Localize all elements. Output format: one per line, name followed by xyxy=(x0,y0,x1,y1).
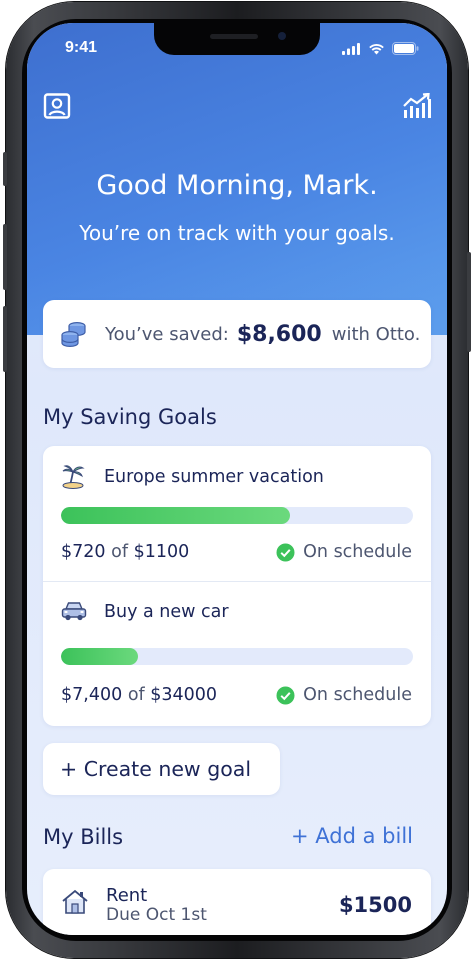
goal-saved: $720 xyxy=(61,542,106,562)
mute-switch xyxy=(3,152,7,186)
wifi-icon xyxy=(369,43,384,54)
signal-icon xyxy=(342,42,360,55)
bills-title: My Bills xyxy=(43,825,124,849)
power-button xyxy=(467,252,471,352)
greeting-title: Good Morning, Mark. xyxy=(96,170,378,201)
bill-amount: $1500 xyxy=(338,893,412,917)
create-new-goal-label: + Create new goal xyxy=(60,757,252,781)
battery-icon xyxy=(392,42,419,55)
coins-icon xyxy=(61,321,86,347)
goal-progress-fill xyxy=(61,648,139,665)
notch xyxy=(154,23,320,55)
goal-of: of xyxy=(127,685,145,705)
bill-name: Rent xyxy=(106,885,148,906)
goal-status-label: On schedule xyxy=(303,685,412,705)
goal-status: On schedule xyxy=(276,685,412,705)
goal-amounts: $720 of $1100 xyxy=(61,542,189,562)
house-icon xyxy=(62,889,88,914)
goal-saved: $7,400 xyxy=(61,685,123,705)
savings-text: You’ve saved: $8,600 with Otto. xyxy=(105,300,420,368)
speaker xyxy=(210,34,258,39)
front-camera xyxy=(278,32,286,40)
savings-summary-card: You’ve saved: $8,600 with Otto. xyxy=(43,300,431,368)
goal-status: On schedule xyxy=(276,542,412,562)
savings-suffix: with Otto. xyxy=(331,323,421,345)
goal-amounts: $7,400 of $34000 xyxy=(61,685,217,705)
status-time: 9:41 xyxy=(65,39,98,56)
greeting-subtitle: You’re on track with your goals. xyxy=(79,221,395,245)
create-new-goal-button[interactable]: + Create new goal xyxy=(43,743,280,795)
check-circle-icon xyxy=(276,543,295,561)
check-circle-icon xyxy=(276,686,295,704)
goal-item[interactable]: Buy a new car $7,400 of $34000 On schedu… xyxy=(43,582,431,718)
goal-progress-bar xyxy=(61,507,413,524)
volume-up-button xyxy=(3,224,7,290)
saving-goals-card: Europe summer vacation $720 of $1100 On … xyxy=(43,446,431,726)
savings-prefix: You’ve saved: xyxy=(105,323,229,345)
goal-progress-fill xyxy=(61,507,290,524)
goal-name: Buy a new car xyxy=(104,602,229,622)
palm-island-icon xyxy=(62,465,85,489)
growth-chart-icon[interactable] xyxy=(402,93,432,119)
status-icons xyxy=(342,42,419,55)
saving-goals-title: My Saving Goals xyxy=(43,405,217,429)
goal-target: $1100 xyxy=(133,542,190,562)
bill-item-rent[interactable]: Rent Due Oct 1st $1500 xyxy=(43,869,431,935)
volume-down-button xyxy=(3,306,7,372)
goal-progress-bar xyxy=(61,648,413,665)
goal-target: $34000 xyxy=(150,685,218,705)
goal-name: Europe summer vacation xyxy=(104,467,324,487)
add-bill-button[interactable]: + Add a bill xyxy=(291,824,413,848)
profile-icon[interactable] xyxy=(43,93,71,119)
goal-item[interactable]: Europe summer vacation $720 of $1100 On … xyxy=(43,446,431,582)
car-icon xyxy=(61,602,87,621)
goal-of: of xyxy=(111,542,128,562)
app-screen: 9:41 Good Morning, Mark. You’re on track… xyxy=(27,23,447,935)
savings-amount: $8,600 xyxy=(236,321,322,347)
goal-status-label: On schedule xyxy=(303,542,412,562)
bill-due-date: Due Oct 1st xyxy=(106,905,207,925)
